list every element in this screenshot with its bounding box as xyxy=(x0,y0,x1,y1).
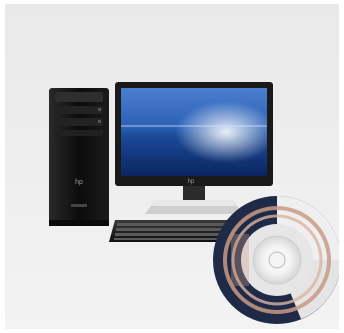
software-disc xyxy=(213,196,339,324)
product-photo: hp hp xyxy=(5,4,339,329)
hp-logo-icon: hp xyxy=(75,179,83,186)
desktop-tower: hp xyxy=(49,88,109,226)
product-image: hp hp xyxy=(5,4,339,329)
monitor-logo-icon: hp xyxy=(188,179,195,185)
